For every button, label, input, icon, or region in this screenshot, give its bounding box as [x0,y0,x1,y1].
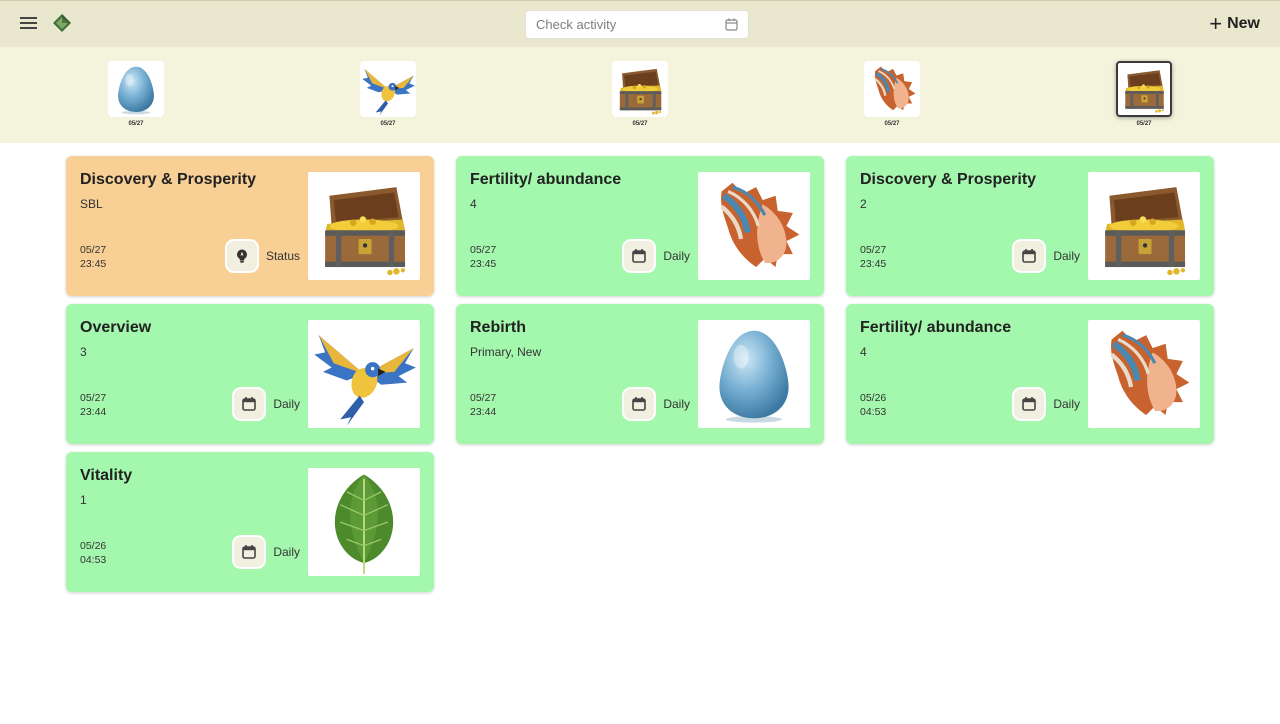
card-date: 05/27 [470,392,497,404]
parrot-icon [308,320,420,428]
calendar-icon[interactable] [725,18,738,31]
card-date: 05/27 [80,244,107,256]
card-subtitle: SBL [80,197,103,211]
card-action-label: Status [265,249,300,263]
card-timestamp: 05/27 23:45 [80,243,106,271]
card-time: 23:45 [860,258,887,270]
treasure-chest-icon [612,61,668,117]
activity-card[interactable]: Fertility/ abundance 4 05/26 04:53 Daily [846,304,1214,444]
activity-card[interactable]: Discovery & Prosperity SBL 05/27 23:45 Statu… [66,156,434,296]
card-action-label: Daily [273,397,300,411]
recent-activity-strip: 05/27 05/27 05/27 05/27 05/27 [0,47,1280,143]
seashell-icon [864,61,920,117]
calendar-icon[interactable] [622,387,657,421]
card-action[interactable]: Daily [622,239,690,273]
card-subtitle: 3 [80,345,87,359]
card-timestamp: 05/27 23:45 [470,243,496,271]
treasure-chest-icon [1116,61,1172,117]
card-date: 05/26 [860,392,887,404]
strip-thumbnail[interactable]: 05/27 [1116,61,1172,131]
card-timestamp: 05/27 23:45 [860,243,886,271]
card-date: 05/27 [80,392,107,404]
card-subtitle: Primary, New [470,345,542,359]
card-title: Fertility/ abundance [860,319,1012,336]
card-action[interactable]: Daily [1012,239,1080,273]
seashell-icon [1088,320,1200,428]
card-subtitle: 2 [860,197,867,211]
card-timestamp: 05/27 23:44 [470,391,496,419]
strip-thumbnail-date: 05/27 [884,121,900,127]
card-title: Fertility/ abundance [470,171,622,188]
card-action[interactable]: Status [224,239,300,273]
hamburger-menu-icon[interactable] [20,14,42,34]
strip-thumbnail-date: 05/27 [1136,121,1152,127]
strip-thumbnail[interactable]: 05/27 [108,61,164,131]
search-input[interactable] [526,11,716,38]
card-time: 04:53 [80,554,107,566]
egg-icon [698,320,810,428]
strip-thumbnail-date: 05/27 [128,121,144,127]
calendar-icon[interactable] [1012,387,1047,421]
calendar-icon[interactable] [1012,239,1047,273]
card-time: 23:45 [80,258,107,270]
activity-card[interactable]: Vitality 1 05/26 04:53 Daily [66,452,434,592]
card-action[interactable]: Daily [232,387,300,421]
treasure-chest-icon [308,172,420,280]
new-button-label: New [1227,15,1260,32]
card-action-label: Daily [663,397,690,411]
card-title: Overview [80,319,152,336]
activity-card[interactable]: Fertility/ abundance 4 05/27 23:45 Daily [456,156,824,296]
diamond-logo-icon[interactable] [52,13,72,33]
strip-thumbnail[interactable]: 05/27 [612,61,668,131]
card-action[interactable]: Daily [622,387,690,421]
card-date: 05/26 [80,540,107,552]
card-time: 23:44 [80,406,107,418]
parrot-icon [360,61,416,117]
card-subtitle: 1 [80,493,87,507]
strip-thumbnail[interactable]: 05/27 [360,61,416,131]
activity-card[interactable]: Overview 3 05/27 23:44 Daily [66,304,434,444]
calendar-icon[interactable] [232,387,267,421]
new-button[interactable]: + New [1209,13,1260,35]
strip-thumbnail-date: 05/27 [632,121,648,127]
card-timestamp: 05/26 04:53 [80,539,106,567]
card-title: Discovery & Prosperity [80,171,257,188]
egg-icon [108,61,164,117]
seashell-icon [698,172,810,280]
card-title: Vitality [80,467,133,484]
card-title: Rebirth [470,319,526,336]
card-action-label: Daily [663,249,690,263]
lightbulb-icon[interactable] [224,239,259,273]
calendar-icon[interactable] [622,239,657,273]
card-subtitle: 4 [470,197,477,211]
plus-icon: + [1209,11,1223,36]
card-action-label: Daily [1053,249,1080,263]
card-action-label: Daily [1053,397,1080,411]
top-bar: + New [0,0,1280,47]
card-time: 23:44 [470,406,497,418]
activity-card[interactable]: Discovery & Prosperity 2 05/27 23:45 Daily [846,156,1214,296]
card-time: 04:53 [860,406,887,418]
treasure-chest-icon [1088,172,1200,280]
card-action[interactable]: Daily [232,535,300,569]
card-date: 05/27 [860,244,887,256]
card-subtitle: 4 [860,345,867,359]
card-timestamp: 05/27 23:44 [80,391,106,419]
calendar-icon[interactable] [232,535,267,569]
activity-card[interactable]: Rebirth Primary, New 05/27 23:44 Daily [456,304,824,444]
card-title: Discovery & Prosperity [860,171,1037,188]
card-time: 23:45 [470,258,497,270]
card-timestamp: 05/26 04:53 [860,391,886,419]
card-date: 05/27 [470,244,497,256]
card-action-label: Daily [273,545,300,559]
strip-thumbnail[interactable]: 05/27 [864,61,920,131]
leaf-icon [308,468,420,576]
search-box [525,10,749,39]
strip-thumbnail-date: 05/27 [380,121,396,127]
card-action[interactable]: Daily [1012,387,1080,421]
